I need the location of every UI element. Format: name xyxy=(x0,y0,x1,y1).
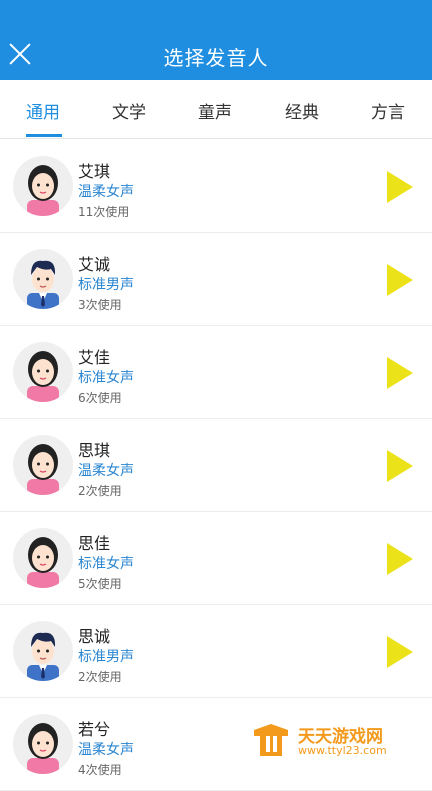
usage-count: 5次使用 xyxy=(78,577,122,591)
voice-type: 标准女声 xyxy=(78,556,134,572)
tab-literature[interactable]: 文学 xyxy=(112,98,146,123)
voice-row[interactable]: 艾琪 温柔女声 11次使用 xyxy=(0,140,432,233)
usage-count: 2次使用 xyxy=(78,670,122,684)
voice-name: 思琪 xyxy=(78,441,111,460)
top-bar: 选择发音人 xyxy=(0,0,432,80)
voice-name: 艾佳 xyxy=(78,348,111,367)
site-watermark: 天天游戏网 www.ttyl23.com xyxy=(252,722,432,762)
tab-general[interactable]: 通用 xyxy=(26,98,60,123)
voice-type: 温柔女声 xyxy=(78,463,134,479)
category-tabs: 通用 文学 童声 经典 方言 xyxy=(0,80,432,139)
male-avatar-icon xyxy=(13,621,73,681)
voice-row[interactable]: 思佳 标准女声 5次使用 xyxy=(0,512,432,605)
voice-row[interactable]: 艾佳 标准女声 6次使用 xyxy=(0,326,432,419)
voice-list: 艾琪 温柔女声 11次使用 艾诚 标准男声 3次使用 艾佳 标准女声 6次使用 … xyxy=(0,140,432,791)
play-icon[interactable] xyxy=(387,357,413,389)
active-tab-indicator xyxy=(26,134,62,137)
tab-dialect[interactable]: 方言 xyxy=(371,98,405,123)
voice-type: 温柔女声 xyxy=(78,742,134,758)
female-avatar-icon xyxy=(13,528,73,588)
voice-type: 标准男声 xyxy=(78,277,134,293)
play-icon[interactable] xyxy=(387,450,413,482)
voice-type: 温柔女声 xyxy=(78,184,134,200)
female-avatar-icon xyxy=(13,342,73,402)
voice-row[interactable]: 思诚 标准男声 2次使用 xyxy=(0,605,432,698)
usage-count: 2次使用 xyxy=(78,484,122,498)
play-icon[interactable] xyxy=(387,264,413,296)
voice-name: 艾诚 xyxy=(78,255,111,274)
voice-name: 思诚 xyxy=(78,627,111,646)
female-avatar-icon xyxy=(13,435,73,495)
watermark-url: www.ttyl23.com xyxy=(298,744,387,757)
voice-name: 若兮 xyxy=(78,720,111,739)
page-title: 选择发音人 xyxy=(163,46,269,70)
usage-count: 6次使用 xyxy=(78,391,122,405)
usage-count: 4次使用 xyxy=(78,763,122,777)
play-icon[interactable] xyxy=(387,636,413,668)
voice-row[interactable]: 思琪 温柔女声 2次使用 xyxy=(0,419,432,512)
tab-classic[interactable]: 经典 xyxy=(285,98,319,123)
voice-name: 思佳 xyxy=(78,534,111,553)
play-icon[interactable] xyxy=(387,171,413,203)
voice-row[interactable]: 艾诚 标准男声 3次使用 xyxy=(0,233,432,326)
voice-type: 标准女声 xyxy=(78,370,134,386)
usage-count: 11次使用 xyxy=(78,205,130,219)
female-avatar-icon xyxy=(13,156,73,216)
tab-child-voice[interactable]: 童声 xyxy=(198,98,232,123)
female-avatar-icon xyxy=(13,714,73,774)
male-avatar-icon xyxy=(13,249,73,309)
play-icon[interactable] xyxy=(387,543,413,575)
voice-name: 艾琪 xyxy=(78,162,111,181)
usage-count: 3次使用 xyxy=(78,298,122,312)
voice-type: 标准男声 xyxy=(78,649,134,665)
watermark-logo-icon xyxy=(254,724,288,756)
